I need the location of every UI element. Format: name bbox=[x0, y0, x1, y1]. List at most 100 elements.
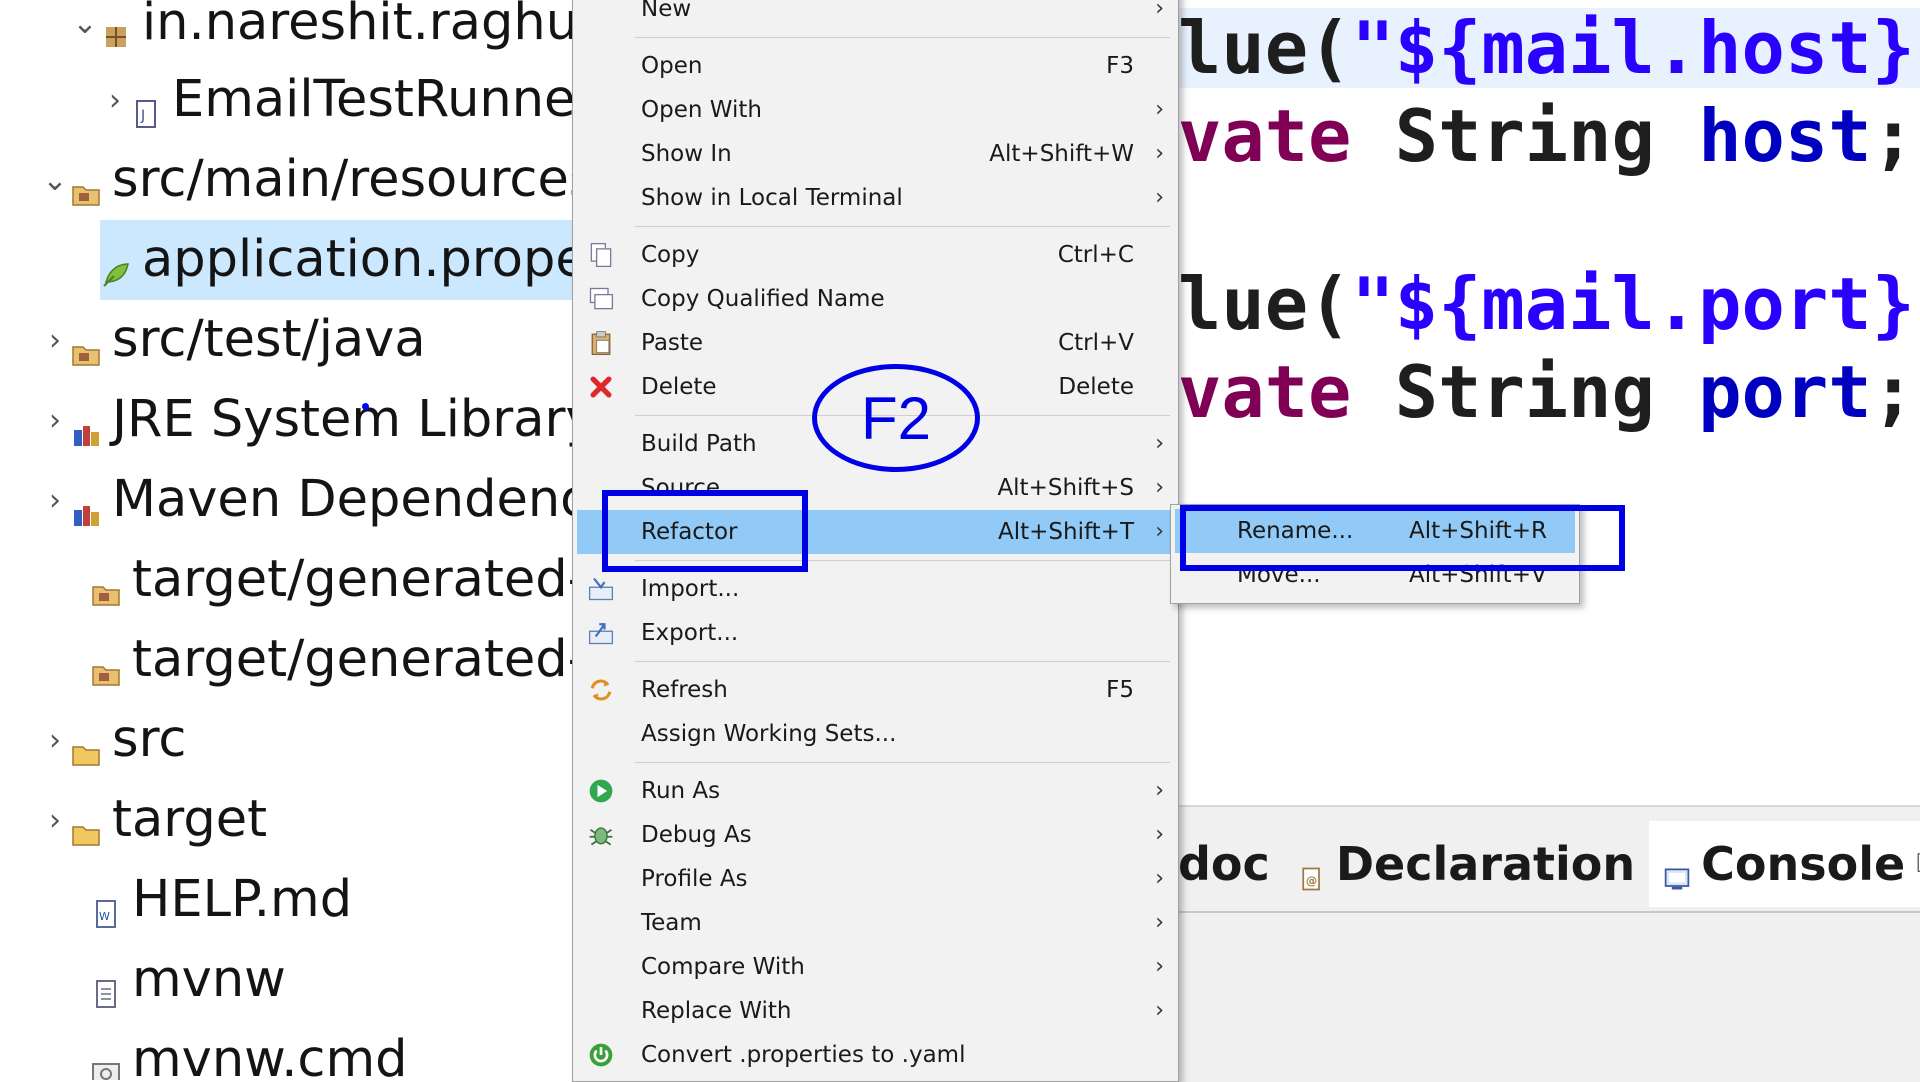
menu-item-label: Copy bbox=[641, 242, 700, 268]
menu-item-label: Paste bbox=[641, 330, 704, 356]
chevron-right-icon[interactable]: › bbox=[40, 723, 70, 758]
menu-item-show-in[interactable]: Show In Alt+Shift+W › bbox=[577, 132, 1172, 176]
menu-separator bbox=[635, 661, 1170, 662]
f2-annotation-label: F2 bbox=[860, 384, 932, 452]
tree-item-label: JRE System Library bbox=[112, 390, 572, 449]
chevron-right-icon[interactable]: › bbox=[40, 803, 70, 838]
menu-item-convert-properties-to-yaml[interactable]: Convert .properties to .yaml bbox=[577, 1033, 1172, 1077]
export-icon bbox=[587, 619, 615, 647]
tree-item[interactable]: ⌄ src/main/resources bbox=[40, 140, 572, 220]
tab-console[interactable]: Console ☒ bbox=[1649, 821, 1920, 907]
tree-item[interactable]: › src bbox=[40, 700, 186, 780]
chevron-right-icon: › bbox=[1155, 954, 1164, 979]
tree-item[interactable]: › target bbox=[40, 780, 267, 860]
menu-item-shortcut: Ctrl+V bbox=[1058, 330, 1134, 356]
code-line[interactable]: vate String port; bbox=[1178, 352, 1915, 432]
menu-item-copy[interactable]: Copy Ctrl+C bbox=[577, 233, 1172, 277]
chevron-right-icon: › bbox=[1155, 910, 1164, 935]
menu-item-replace-with[interactable]: Replace With › bbox=[577, 989, 1172, 1033]
chevron-down-icon[interactable]: ⌄ bbox=[70, 6, 100, 41]
tree-item[interactable]: › JRE System Library bbox=[40, 380, 572, 460]
tree-item[interactable]: target/generated-t bbox=[60, 620, 572, 700]
code-editor[interactable]: lue("${mail.host}")vate String host;lue(… bbox=[1178, 0, 1920, 805]
code-line[interactable]: vate String host; bbox=[1178, 96, 1915, 176]
code-token: host bbox=[1698, 94, 1872, 178]
tab-divider bbox=[1178, 911, 1920, 913]
chevron-right-icon: › bbox=[1155, 185, 1164, 210]
tree-item[interactable]: target/generated-s bbox=[60, 540, 572, 620]
refactor-highlight-box bbox=[602, 490, 808, 572]
tree-item-label: target bbox=[112, 790, 268, 849]
menu-item-label: Export... bbox=[641, 620, 739, 646]
chevron-down-icon[interactable]: ⌄ bbox=[40, 163, 70, 198]
tab-label: doc bbox=[1178, 837, 1270, 891]
menu-item-team[interactable]: Team › bbox=[577, 901, 1172, 945]
menu-item-label: Copy Qualified Name bbox=[641, 286, 885, 312]
chevron-right-icon[interactable]: › bbox=[40, 323, 70, 358]
tree-item[interactable]: ⌄ in.nareshit.raghu. bbox=[70, 0, 572, 63]
chevron-right-icon: › bbox=[1155, 519, 1164, 544]
chevron-right-icon[interactable]: › bbox=[40, 483, 70, 518]
source-folder-icon bbox=[70, 164, 102, 206]
tab-declaration[interactable]: @ Declaration bbox=[1284, 821, 1649, 907]
tree-item[interactable]: mvnw.cmd bbox=[60, 1020, 408, 1080]
package-icon bbox=[100, 7, 132, 47]
f2-shortcut-annotation: F2 bbox=[812, 364, 980, 472]
menu-separator bbox=[635, 762, 1170, 763]
menu-item-label: Compare With bbox=[641, 954, 805, 980]
code-token: vate bbox=[1178, 350, 1395, 434]
menu-item-open[interactable]: Open F3 bbox=[577, 44, 1172, 88]
menu-item-compare-with[interactable]: Compare With › bbox=[577, 945, 1172, 989]
menu-item-shortcut: Ctrl+C bbox=[1057, 242, 1134, 268]
svg-text:@: @ bbox=[1306, 873, 1317, 887]
chevron-right-icon: › bbox=[1155, 822, 1164, 847]
menu-item-import[interactable]: Import... bbox=[577, 567, 1172, 611]
menu-item-label: Debug As bbox=[641, 822, 752, 848]
menu-separator bbox=[635, 37, 1170, 38]
menu-item-refresh[interactable]: Refresh F5 bbox=[577, 668, 1172, 712]
declaration-icon: @ bbox=[1298, 850, 1326, 891]
code-line[interactable]: lue("${mail.host}") bbox=[1178, 8, 1920, 88]
tree-item-label: target/generated-s bbox=[132, 550, 572, 609]
menu-item-label: Team bbox=[641, 910, 702, 936]
menu-item-debug-as[interactable]: Debug As › bbox=[577, 813, 1172, 857]
menu-item-assign-working-sets[interactable]: Assign Working Sets... bbox=[577, 712, 1172, 756]
menu-item-open-with[interactable]: Open With › bbox=[577, 88, 1172, 132]
tree-item[interactable]: › J EmailTestRunner bbox=[100, 60, 572, 140]
menu-item-label: Profile As bbox=[641, 866, 748, 892]
menu-item-new[interactable]: New › bbox=[577, 0, 1172, 31]
tree-item[interactable]: › src/test/java bbox=[40, 300, 426, 380]
tree-item[interactable]: W HELP.md bbox=[60, 860, 352, 940]
tree-item-label: src bbox=[112, 710, 187, 769]
tree-item-label: EmailTestRunner bbox=[172, 70, 572, 129]
tree-item[interactable]: application.prope bbox=[100, 220, 572, 300]
menu-item-label: Show In bbox=[641, 141, 732, 167]
chevron-right-icon: › bbox=[1155, 97, 1164, 122]
menu-item-shortcut: Alt+Shift+W bbox=[989, 141, 1134, 167]
tab-label: Console bbox=[1701, 837, 1906, 891]
tree-item[interactable]: mvnw bbox=[60, 940, 286, 1020]
chevron-right-icon[interactable]: › bbox=[40, 403, 70, 438]
tab-doc[interactable]: doc bbox=[1178, 821, 1284, 907]
menu-item-run-as[interactable]: Run As › bbox=[577, 769, 1172, 813]
menu-item-label: Import... bbox=[641, 576, 740, 602]
tree-item-label: src/test/java bbox=[112, 310, 426, 369]
menu-item-label: New bbox=[641, 0, 692, 22]
java-file-icon: J bbox=[130, 84, 162, 128]
chevron-right-icon[interactable]: › bbox=[100, 83, 130, 118]
menu-item-profile-as[interactable]: Profile As › bbox=[577, 857, 1172, 901]
tree-item[interactable]: › Maven Dependenc bbox=[40, 460, 572, 540]
cmd-file-icon bbox=[90, 1044, 122, 1080]
folder-icon bbox=[70, 724, 102, 766]
menu-item-copy-qualified-name[interactable]: Copy Qualified Name bbox=[577, 277, 1172, 321]
close-icon[interactable]: ☒ bbox=[1915, 849, 1920, 879]
copy-icon bbox=[587, 241, 615, 269]
tree-item-label: mvnw bbox=[132, 950, 286, 1009]
code-line[interactable]: lue("${mail.port}") bbox=[1178, 264, 1920, 344]
code-token: lue( bbox=[1178, 6, 1352, 90]
menu-item-export[interactable]: Export... bbox=[577, 611, 1172, 655]
tree-item-label: mvnw.cmd bbox=[132, 1030, 408, 1080]
menu-item-show-in-local-terminal[interactable]: Show in Local Terminal › bbox=[577, 176, 1172, 220]
menu-item-paste[interactable]: Paste Ctrl+V bbox=[577, 321, 1172, 365]
console-icon bbox=[1663, 850, 1691, 890]
